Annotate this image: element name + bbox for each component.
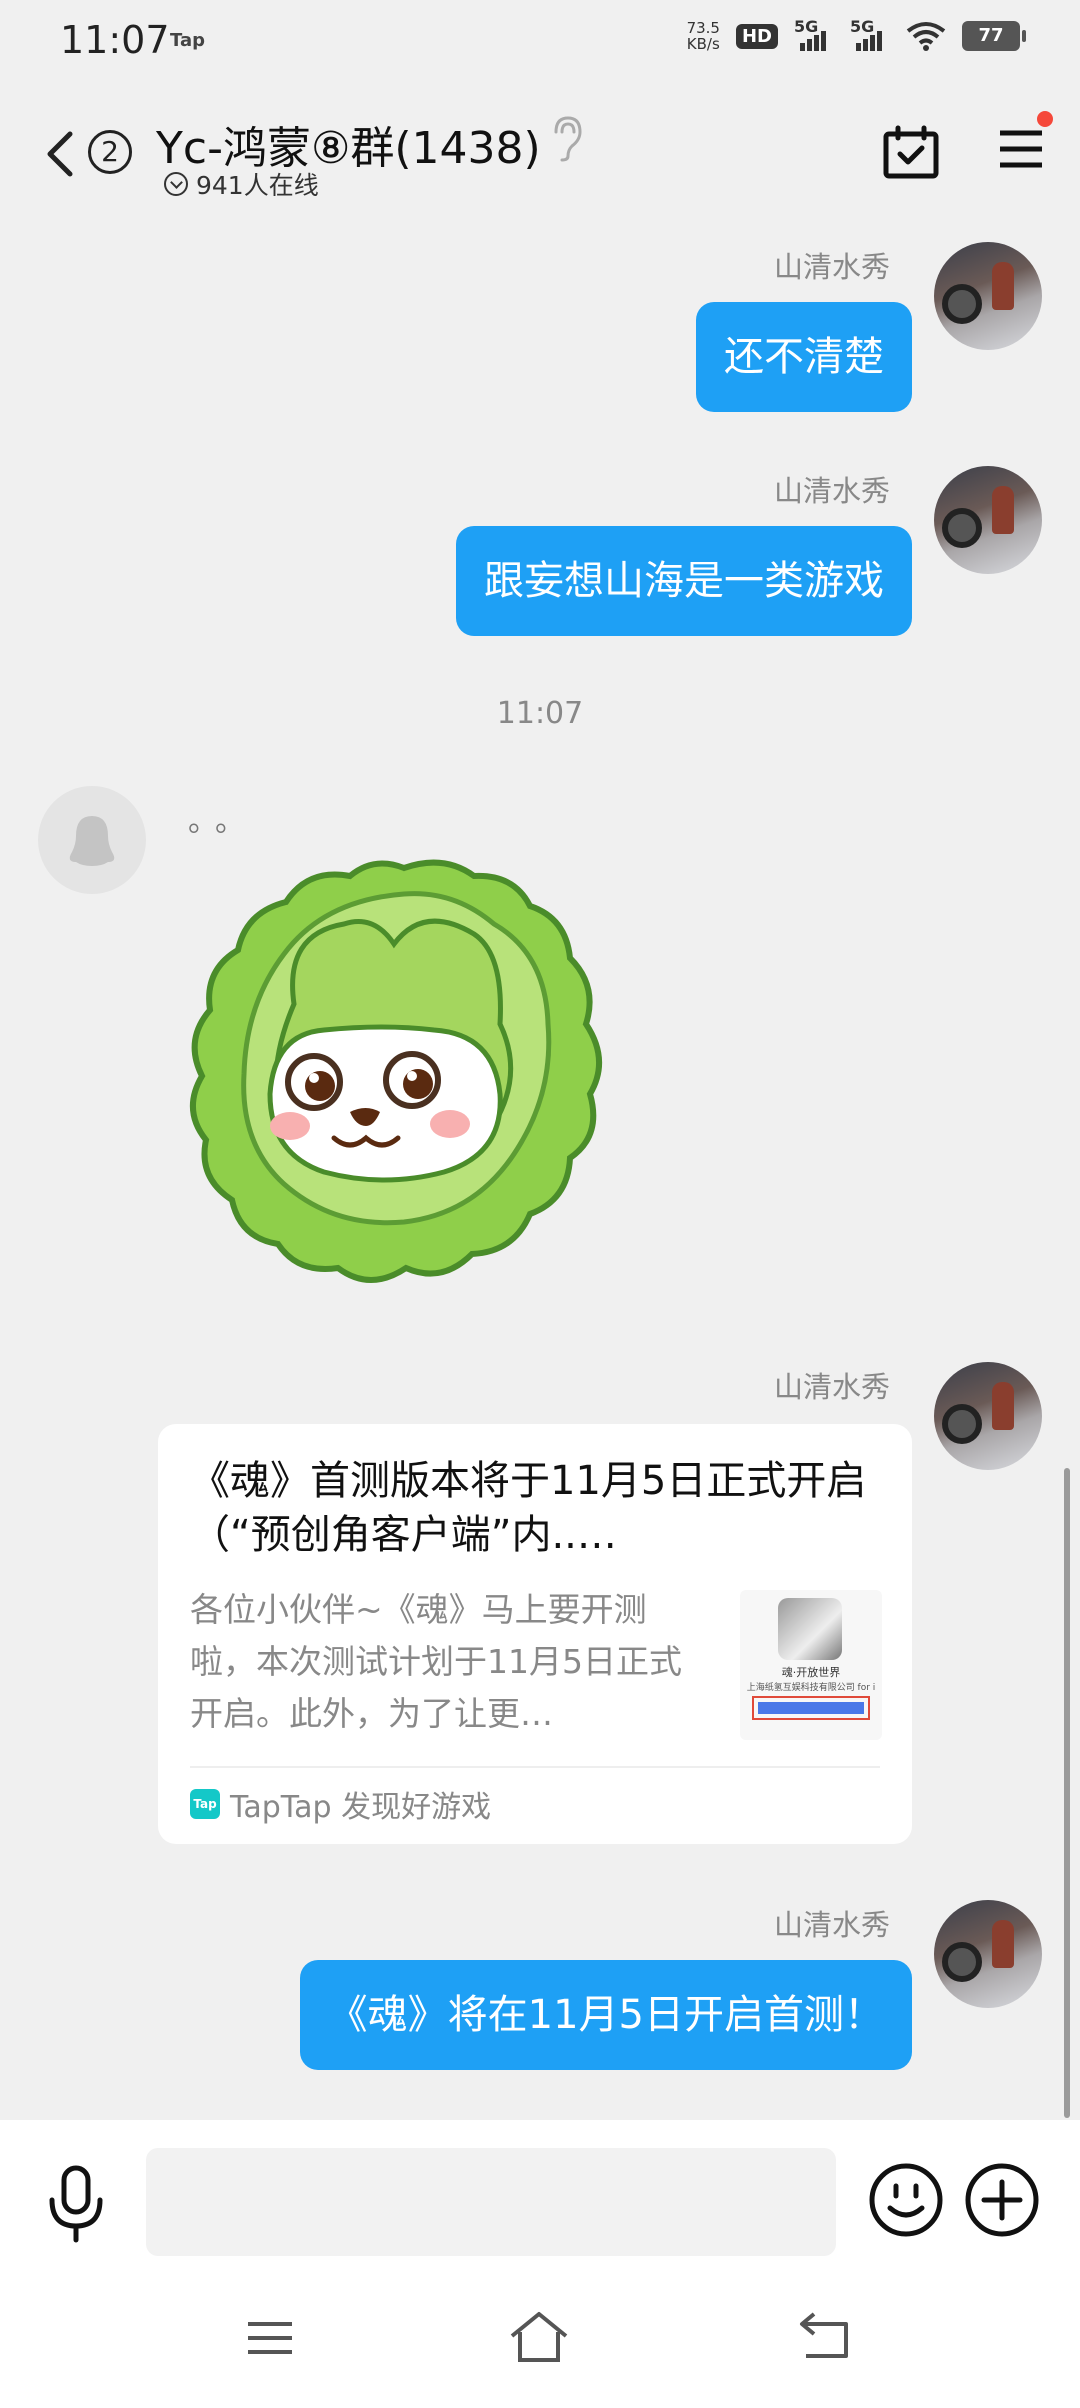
- nav-home-icon[interactable]: [508, 2310, 570, 2364]
- unread-count-badge[interactable]: 2: [88, 130, 132, 174]
- chat-header: 2 Yc-鸿蒙⑧群(1438) 941人在线: [0, 84, 1080, 214]
- status-time: 11:07: [60, 18, 170, 62]
- emoji-icon[interactable]: [868, 2162, 944, 2238]
- status-indicators: 73.5 KB/s HD 5G 5G 77: [687, 17, 1026, 52]
- message-bubble[interactable]: 《魂》将在11月5日开启首测！: [299, 1960, 912, 2070]
- battery-indicator: 77: [962, 21, 1026, 51]
- wifi-icon: [906, 22, 946, 51]
- hd-badge: HD: [735, 23, 778, 49]
- chevron-down-icon: [164, 172, 188, 196]
- avatar[interactable]: [934, 466, 1042, 574]
- calendar-check-icon[interactable]: [882, 124, 940, 180]
- penguin-icon: [69, 816, 115, 866]
- online-status[interactable]: 941人在线: [164, 166, 319, 202]
- sender-name: 山清水秀: [773, 250, 890, 284]
- link-card[interactable]: 《魂》首测版本将于11月5日正式开启（“预创角客户端”内..… 各位小伙伴~《魂…: [158, 1424, 912, 1844]
- message-bubble[interactable]: 跟妄想山海是一类游戏: [456, 526, 912, 636]
- link-card-source-text: TapTap 发现好游戏: [230, 1790, 492, 1825]
- link-card-description: 各位小伙伴~《魂》马上要开测啦，本次测试计划于11月5日正式开启。此外，为了让更…: [190, 1590, 682, 1733]
- signal-label-2: 5G: [850, 17, 875, 36]
- signal-label-1: 5G: [794, 17, 819, 36]
- status-bar: 11:07 Tap 73.5 KB/s HD 5G 5G 77: [0, 0, 1080, 84]
- link-card-source: Tap TapTap 发现好游戏: [190, 1782, 491, 1826]
- avatar[interactable]: [934, 242, 1042, 350]
- nav-menu-icon[interactable]: [246, 2318, 294, 2358]
- status-app-label: Tap: [170, 30, 205, 51]
- message-text[interactable]: 。。: [188, 796, 257, 840]
- scrollbar[interactable]: [1064, 1468, 1070, 2118]
- link-card-title: 《魂》首测版本将于11月5日正式开启（“预创角客户端”内..…: [190, 1458, 867, 1558]
- nav-back-icon[interactable]: [798, 2310, 852, 2360]
- message-bubble[interactable]: 还不清楚: [696, 302, 912, 412]
- sender-name: 山清水秀: [773, 474, 890, 508]
- input-bar: [0, 2120, 1080, 2290]
- chat-message-list[interactable]: 山清水秀 还不清楚 山清水秀 跟妄想山海是一类游戏 11:07 。。 山清水秀 …: [0, 214, 1080, 2120]
- mic-icon[interactable]: [44, 2164, 108, 2244]
- time-divider: 11:07: [496, 696, 584, 731]
- thumbnail-button: [752, 1696, 870, 1720]
- thumbnail-title: 魂·开放世界: [781, 1666, 841, 1679]
- avatar[interactable]: [934, 1362, 1042, 1470]
- net-speed-value: 73.5: [686, 19, 720, 37]
- avatar-default[interactable]: [38, 786, 146, 894]
- back-icon[interactable]: [38, 124, 82, 184]
- link-card-thumbnail: 魂·开放世界 上海纸氢互娱科技有限公司 for i: [740, 1590, 882, 1740]
- sender-name: 山清水秀: [773, 1370, 890, 1404]
- notification-dot: [1034, 108, 1056, 130]
- net-speed-unit: KB/s: [686, 35, 720, 53]
- signal-icon-2: 5G: [850, 17, 890, 51]
- sender-name: 山清水秀: [773, 1908, 890, 1942]
- ear-icon[interactable]: [548, 114, 586, 162]
- game-logo: [778, 1598, 842, 1660]
- plus-icon[interactable]: [964, 2162, 1040, 2238]
- menu-icon[interactable]: [998, 128, 1044, 170]
- system-nav-bar: [0, 2290, 1080, 2408]
- online-count: 941人在线: [196, 171, 319, 200]
- signal-icon-1: 5G: [794, 17, 834, 51]
- taptap-icon: Tap: [190, 1789, 220, 1819]
- divider: [190, 1766, 880, 1768]
- net-speed: 73.5 KB/s: [687, 20, 720, 52]
- thumbnail-subtitle: 上海纸氢互娱科技有限公司 for i: [746, 1683, 876, 1693]
- message-input[interactable]: [146, 2148, 836, 2256]
- cabbage-dog-sticker[interactable]: [174, 854, 624, 1294]
- avatar[interactable]: [934, 1900, 1042, 2008]
